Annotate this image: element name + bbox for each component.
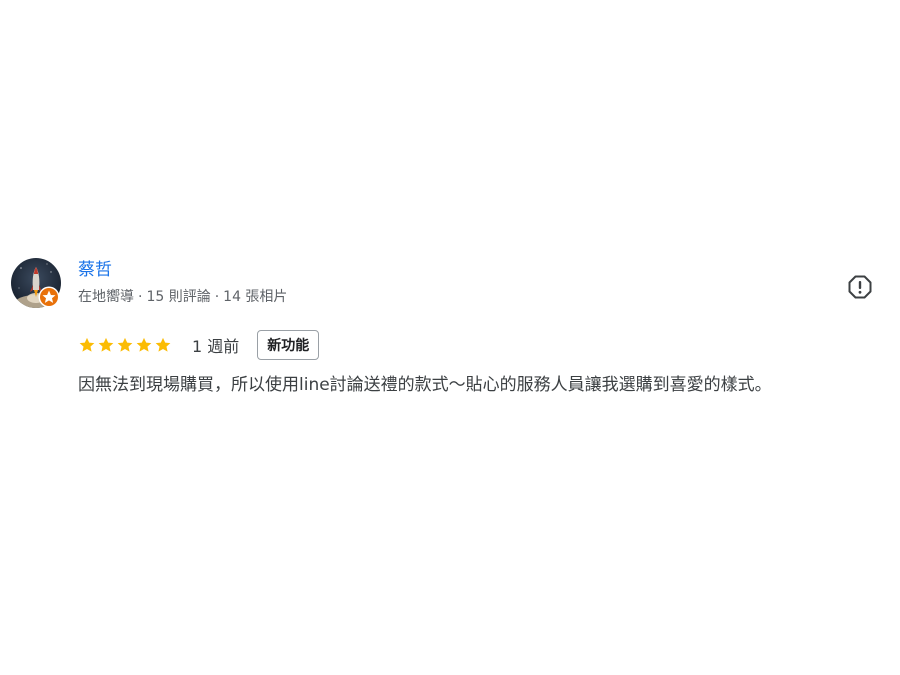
meta-separator: · (138, 289, 143, 305)
review-count: 15 則評論 (146, 289, 211, 305)
reviewer-name[interactable]: 蔡哲 (78, 259, 112, 281)
star-icon (117, 337, 133, 352)
meta-separator: · (214, 289, 220, 305)
star-rating (78, 336, 172, 354)
star-icon (155, 337, 171, 352)
photo-count: 14 張相片 (223, 289, 288, 305)
report-icon (848, 275, 872, 299)
review-date: 1 週前 (192, 337, 240, 356)
reviewer-meta: 在地嚮導 · 15 則評論 · 14 張相片 (78, 287, 287, 307)
review-text: 因無法到現場購買，所以使用line討論送禮的款式～貼心的服務人員讓我選購到喜愛的… (78, 375, 772, 395)
rating-row: 1 週前 新功能 (78, 329, 320, 361)
report-button[interactable] (846, 273, 874, 301)
star-icon (98, 337, 114, 352)
star-icon (136, 337, 152, 352)
star-icon (79, 337, 95, 352)
local-guide-star-icon (38, 286, 60, 308)
review-card: 蔡哲 在地嚮導 · 15 則評論 · 14 張相片 1 週前 新功能 因無法到現場購買，… (0, 0, 900, 675)
new-feature-chip[interactable]: 新功能 (257, 330, 320, 360)
local-guide-label: 在地嚮導 (78, 289, 134, 305)
